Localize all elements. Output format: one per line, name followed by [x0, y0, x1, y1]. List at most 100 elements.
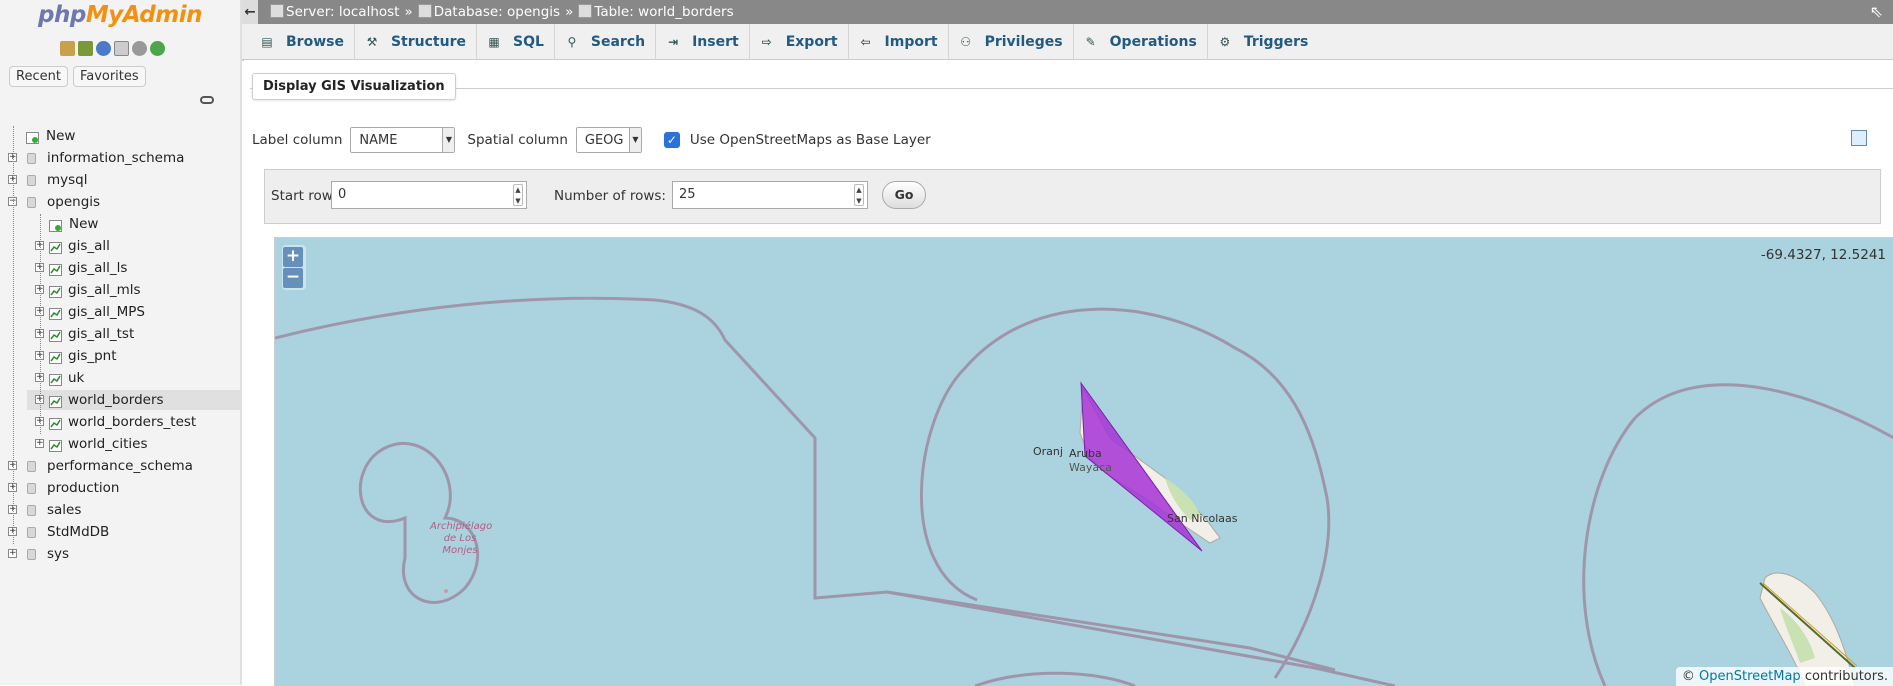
save-image-icon[interactable] — [1851, 130, 1867, 146]
mouse-position-readout: -69.4327, 12.5241 — [1760, 247, 1886, 263]
spinner-icon[interactable]: ▲ ▼ — [513, 184, 523, 206]
tree-item-table[interactable]: + uk — [27, 368, 240, 388]
navigation-panel: phpMyAdmin Recent Favorites New + informat… — [0, 0, 241, 685]
export-icon: ⇨ — [761, 35, 772, 49]
breadcrumb-database[interactable]: Database: opengis — [434, 4, 560, 20]
tree-item-table[interactable]: + world_cities — [27, 434, 240, 454]
expand-icon[interactable]: + — [8, 549, 17, 558]
tree-item-label: opengis — [47, 194, 101, 210]
paging-fieldset: Start row: 0 ▲ ▼ Number of rows: 25 ▲ ▼ Go — [264, 169, 1881, 224]
label-column-select[interactable]: NAME ▼ — [350, 127, 456, 153]
copyright-symbol: © — [1681, 669, 1695, 684]
map-label-wayaca: Wayaca — [1069, 461, 1112, 474]
label-column-value: NAME — [359, 133, 398, 148]
tab-label: Triggers — [1243, 34, 1309, 50]
tree-item-new[interactable]: New — [27, 214, 240, 234]
reload-icon[interactable] — [150, 41, 165, 56]
tab-label: Import — [884, 34, 938, 50]
tree-item-label: New — [46, 128, 76, 144]
tab-import[interactable]: ⇦ Import — [849, 24, 949, 60]
zoom-out-button[interactable]: − — [283, 268, 303, 288]
tree-item-label: world_cities — [68, 436, 148, 452]
table-icon — [49, 394, 62, 408]
map-label-san-nicolaas: San Nicolaas — [1167, 512, 1238, 525]
osm-checkbox-label: Use OpenStreetMaps as Base Layer — [689, 132, 931, 148]
tree-item-table[interactable]: + gis_pnt — [27, 346, 240, 366]
tree-item-database[interactable]: + StdMdDB — [0, 522, 240, 542]
tree-item-label: New — [69, 216, 99, 232]
start-row-input[interactable]: 0 ▲ ▼ — [331, 181, 527, 209]
new-icon — [49, 218, 62, 232]
tree-item-table[interactable]: + world_borders_test — [27, 412, 240, 432]
settings-icon[interactable] — [132, 41, 147, 56]
back-arrow-icon[interactable]: ← — [242, 0, 258, 24]
tree-connector — [13, 126, 14, 544]
tree-item-new[interactable]: New — [0, 126, 240, 146]
tab-search[interactable]: ⚲ Search — [555, 24, 657, 60]
openstreetmap-link[interactable]: OpenStreetMap — [1699, 669, 1801, 684]
recent-button[interactable]: Recent — [9, 66, 68, 87]
database-icon — [27, 483, 36, 494]
zoom-control: + − — [282, 245, 306, 290]
tree-item-database[interactable]: + sys — [0, 544, 240, 564]
tree-item-database[interactable]: + mysql — [0, 170, 240, 190]
subtab-divider — [250, 88, 1893, 89]
tree-item-table[interactable]: + gis_all_MPS — [27, 302, 240, 322]
tab-display-gis-visualization[interactable]: Display GIS Visualization — [252, 73, 456, 100]
insert-icon: ⇥ — [668, 35, 679, 49]
tree-item-database[interactable]: + production — [0, 478, 240, 498]
import-icon: ⇦ — [860, 35, 871, 49]
label-column-label: Label column — [252, 132, 343, 148]
tree-item-table[interactable]: + gis_all_tst — [27, 324, 240, 344]
database-icon — [27, 461, 36, 472]
tab-triggers[interactable]: ⚙ Triggers — [1208, 24, 1319, 60]
help-icon[interactable] — [96, 41, 111, 56]
tree-item-table[interactable]: + world_borders — [27, 390, 240, 410]
docs-icon[interactable] — [114, 41, 129, 56]
favorites-button[interactable]: Favorites — [72, 66, 146, 87]
go-button[interactable]: Go — [882, 181, 926, 209]
tab-privileges[interactable]: ⚇ Privileges — [949, 24, 1074, 60]
breadcrumb-server[interactable]: Server: localhost — [286, 4, 399, 20]
tree-item-label: gis_all_mls — [68, 282, 141, 298]
tab-sql[interactable]: ▦ SQL — [477, 24, 555, 60]
tab-insert[interactable]: ⇥ Insert — [656, 24, 750, 60]
tree-item-database[interactable]: + information_schema — [0, 148, 240, 168]
tree-item-table[interactable]: + gis_all — [27, 236, 240, 256]
tab-operations[interactable]: ✎ Operations — [1074, 24, 1208, 60]
breadcrumb-separator: » — [404, 4, 413, 20]
database-icon — [417, 4, 432, 18]
database-icon — [27, 549, 36, 560]
table-icon — [49, 306, 62, 320]
home-icon[interactable] — [60, 41, 75, 56]
breadcrumb-table[interactable]: Table: world_borders — [594, 4, 733, 20]
phpmyadmin-logo[interactable]: phpMyAdmin — [38, 2, 202, 28]
collapse-icon[interactable]: ⇖ — [1870, 0, 1883, 24]
link-with-main-panel-icon[interactable] — [200, 96, 214, 104]
spatial-column-select[interactable]: GEOG ▼ — [575, 127, 642, 153]
num-rows-value: 25 — [679, 187, 696, 202]
table-icon — [49, 350, 62, 364]
database-icon — [27, 175, 36, 186]
tree-item-database[interactable]: − opengis — [0, 192, 240, 212]
tree-item-table[interactable]: + gis_all_mls — [27, 280, 240, 300]
map-label-archipelago: Archipiélago de Los Monjes — [430, 521, 493, 556]
table-icon — [49, 262, 62, 276]
tab-browse[interactable]: ▤ Browse — [250, 24, 355, 60]
tree-item-database[interactable]: + performance_schema — [0, 456, 240, 476]
zoom-in-button[interactable]: + — [283, 247, 303, 267]
osm-checkbox[interactable]: ✓ — [663, 132, 680, 148]
main-tabs: ▤ Browse ⚒ Structure ▦ SQL ⚲ Search ⇥ Insert … — [242, 24, 1893, 60]
tab-structure[interactable]: ⚒ Structure — [355, 24, 477, 60]
gis-map[interactable]: Aruba Oranj Wayaca San Nicolaas Archipié… — [274, 237, 1893, 686]
operations-icon: ✎ — [1085, 35, 1096, 49]
logout-icon[interactable] — [78, 41, 93, 56]
map-label-oranjestad: Oranj — [1033, 445, 1063, 458]
gis-options: Label column NAME ▼ Spatial column GEOG ▼ … — [252, 125, 931, 155]
num-rows-input[interactable]: 25 ▲ ▼ — [672, 181, 868, 209]
spinner-icon[interactable]: ▲ ▼ — [854, 184, 864, 206]
expand-icon[interactable]: + — [35, 439, 44, 448]
tree-item-table[interactable]: + gis_all_ls — [27, 258, 240, 278]
tree-item-database[interactable]: + sales — [0, 500, 240, 520]
tab-export[interactable]: ⇨ Export — [750, 24, 849, 60]
